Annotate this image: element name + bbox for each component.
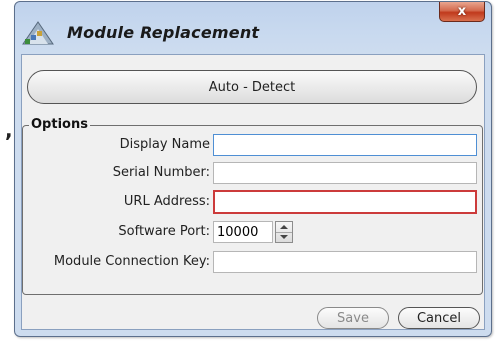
save-button[interactable]: Save xyxy=(317,307,389,329)
screenshot-stage: , Module Replacement x Auto - Detect Opt… xyxy=(0,0,496,341)
options-group: Options Display Name Serial Number: URL … xyxy=(22,117,483,295)
spin-down-button[interactable] xyxy=(276,232,292,242)
module-replacement-dialog: Module Replacement x Auto - Detect Optio… xyxy=(14,1,492,337)
url-address-label: URL Address: xyxy=(123,194,210,209)
chevron-up-icon xyxy=(280,225,288,229)
display-name-label: Display Name xyxy=(119,137,210,152)
stray-comma-mark: , xyxy=(5,118,13,142)
dialog-body: Auto - Detect Options Display Name Seria… xyxy=(21,54,485,330)
connection-key-input[interactable] xyxy=(213,251,477,273)
cancel-button[interactable]: Cancel xyxy=(398,307,480,329)
auto-detect-button[interactable]: Auto - Detect xyxy=(27,70,477,104)
connection-key-label: Module Connection Key: xyxy=(53,254,210,269)
display-name-input[interactable] xyxy=(213,134,477,156)
title-bar[interactable]: Module Replacement x xyxy=(15,2,491,54)
url-address-input[interactable] xyxy=(213,190,477,214)
close-icon: x xyxy=(457,4,467,19)
software-port-spin-buttons xyxy=(275,221,293,243)
serial-number-input[interactable] xyxy=(213,162,477,184)
module-logo-icon xyxy=(22,21,54,45)
chevron-down-icon xyxy=(280,235,288,239)
close-button[interactable]: x xyxy=(439,2,485,22)
software-port-label: Software Port: xyxy=(118,224,210,239)
software-port-stepper xyxy=(213,221,295,243)
options-legend: Options xyxy=(29,117,90,133)
dialog-title: Module Replacement xyxy=(67,23,260,42)
serial-number-label: Serial Number: xyxy=(112,165,210,180)
software-port-input[interactable] xyxy=(213,221,273,243)
